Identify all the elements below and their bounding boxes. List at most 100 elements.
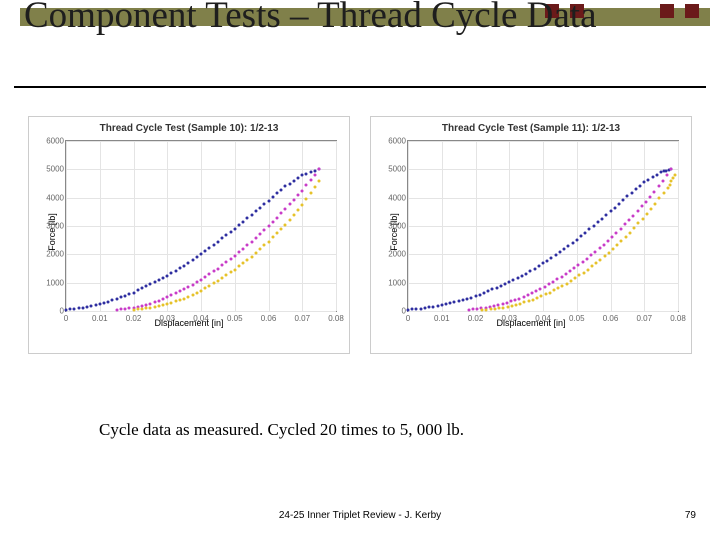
data-point [590,254,593,257]
data-point [569,279,572,282]
data-point [111,299,114,302]
data-point [577,264,580,267]
data-point [590,265,593,268]
data-point [280,227,283,230]
data-point [162,276,165,279]
data-point [655,173,658,176]
data-point [575,238,578,241]
data-point [666,174,669,177]
data-point [502,306,505,309]
data-point [225,274,228,277]
data-point [280,188,283,191]
data-point [250,240,253,243]
data-point [628,231,631,234]
data-point [225,261,228,264]
y-axis-label: Force [lb] [47,213,57,251]
gridline-h [408,226,678,227]
gridline-h [66,198,336,199]
data-point [539,287,542,290]
gridline-h [66,141,336,142]
data-point [183,288,186,291]
data-point [661,179,664,182]
data-point [107,300,110,303]
data-point [208,273,211,276]
data-point [668,183,671,186]
data-point [195,281,198,284]
y-tick: 2000 [384,250,406,259]
data-point [86,305,89,308]
data-point [520,274,523,277]
y-tick: 4000 [384,193,406,202]
data-point [254,251,257,254]
data-point [145,307,148,310]
data-point [246,258,249,261]
data-point [432,305,435,308]
data-point [617,202,620,205]
data-point [237,224,240,227]
data-point [440,304,443,307]
data-point [601,217,604,220]
data-point [470,296,473,299]
data-point [73,307,76,310]
data-point [457,300,460,303]
data-point [670,168,673,171]
chart-plot: 00.010.020.030.040.050.060.070.080100020… [407,140,679,312]
data-point [124,307,127,310]
data-point [229,257,232,260]
data-point [522,295,525,298]
y-axis-label: Force [lb] [389,213,399,251]
footer-center: 24-25 Inner Triplet Review - J. Kerby [0,510,720,521]
gridline-h [408,311,678,312]
data-point [94,303,97,306]
chart-title: Thread Cycle Test (Sample 11): 1/2-13 [377,123,685,134]
data-point [292,179,295,182]
data-point [166,274,169,277]
y-tick: 3000 [384,222,406,231]
data-point [527,300,530,303]
data-point [526,293,529,296]
data-point [140,287,143,290]
data-point [191,293,194,296]
charts-row: Thread Cycle Test (Sample 10): 1/2-13 Fo… [28,116,692,354]
data-point [529,270,532,273]
data-point [132,308,135,311]
data-point [98,302,101,305]
data-point [516,276,519,279]
data-point [622,199,625,202]
data-point [419,307,422,310]
data-point [229,231,232,234]
data-point [645,212,648,215]
data-point [603,255,606,258]
data-point [666,186,669,189]
chart-right: Thread Cycle Test (Sample 11): 1/2-13 Fo… [370,116,692,354]
gridline-v [336,141,337,311]
data-point [565,282,568,285]
data-point [626,195,629,198]
data-point [606,239,609,242]
data-point [592,225,595,228]
data-point [297,194,300,197]
data-point [313,173,316,176]
data-point [292,198,295,201]
data-point [515,304,518,307]
data-point [461,299,464,302]
data-point [523,301,526,304]
data-point [620,240,623,243]
data-point [657,185,660,188]
data-point [673,174,676,177]
data-point [476,307,479,310]
data-point [531,292,534,295]
data-point [630,191,633,194]
data-point [229,271,232,274]
data-point [305,197,308,200]
data-point [510,304,513,307]
data-point [557,287,560,290]
data-point [313,185,316,188]
gridline-h [66,283,336,284]
gridline-h [408,283,678,284]
data-point [187,295,190,298]
data-point [263,244,266,247]
data-point [423,307,426,310]
data-point [102,301,105,304]
data-point [428,306,431,309]
